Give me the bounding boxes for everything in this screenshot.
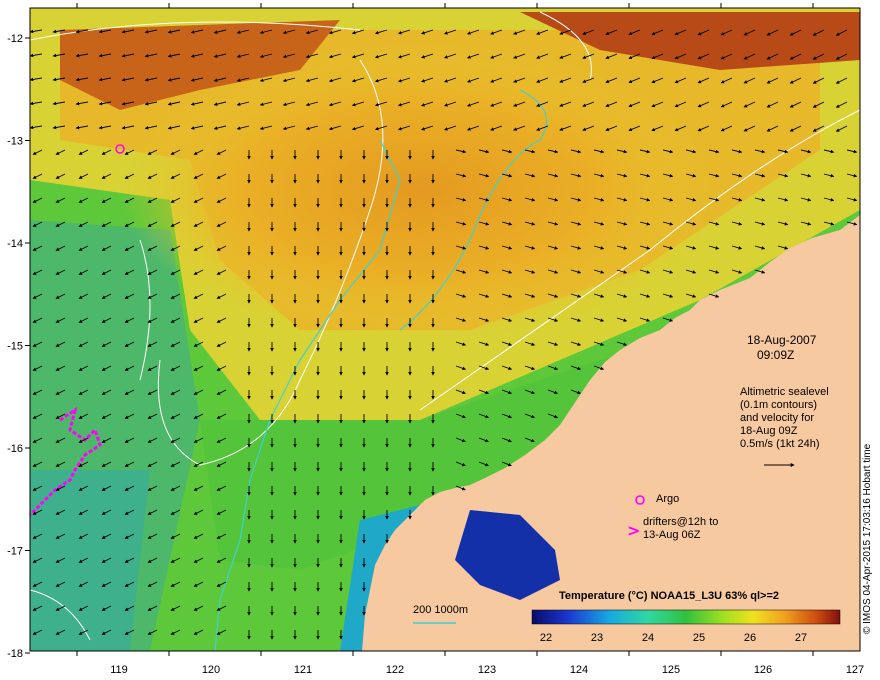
drifter-legend-icon: >: [627, 521, 640, 540]
lon-tick-label: 121: [294, 664, 312, 676]
lon-tick-label: 127: [846, 664, 864, 676]
drifters-legend-label: drifters@12h to 13-Aug 06Z: [643, 516, 718, 542]
lat-tick-label: -16: [7, 443, 23, 455]
lat-tick-label: -12: [7, 33, 23, 45]
colorbar-tick-label: 27: [794, 632, 808, 644]
drifters-legend-line: drifters@12h to: [643, 516, 719, 528]
drifters-legend-line: 13-Aug 06Z: [643, 529, 701, 541]
sst-cool-southwest: [30, 470, 150, 651]
map-plot-area: [28, 8, 861, 652]
lon-tick-label: 122: [386, 664, 404, 676]
colorbar: [531, 609, 841, 625]
time-label: 09:09Z: [757, 348, 795, 362]
argo-legend-label: Argo: [656, 493, 680, 505]
colorbar-tick-label: 26: [743, 632, 757, 644]
lon-tick-label: 124: [570, 664, 588, 676]
colorbar-tick-label: 23: [590, 632, 604, 644]
date-label: 18-Aug-2007: [747, 333, 817, 347]
lon-tick-label: 120: [202, 664, 220, 676]
lon-tick-label: 123: [478, 664, 496, 676]
colorbar-tick-label: 25: [692, 632, 706, 644]
lat-tick-label: -14: [7, 238, 23, 250]
altimetry-line: Altimetric sealevel: [740, 386, 829, 398]
altimetry-line: 18-Aug 09Z: [740, 425, 798, 437]
latitude-axis: -12 -13 -14 -15 -16 -17 -18: [7, 33, 30, 660]
colorbar-title: Temperature (°C) NOAA15_L3U 63% ql>=2: [559, 590, 779, 602]
lon-tick-label: 125: [662, 664, 680, 676]
colorbar-tick-label: 24: [641, 632, 655, 644]
isobath-legend-label: 200 1000m: [413, 604, 469, 616]
credit-text: © IMOS 04-Apr-2015 17:03:16 Hobart time: [862, 443, 873, 634]
lat-tick-label: -15: [7, 341, 23, 353]
lat-tick-label: -18: [7, 648, 23, 660]
altimetry-line: and velocity for: [740, 412, 814, 424]
lon-tick-label: 126: [754, 664, 772, 676]
lat-tick-label: -17: [7, 546, 23, 558]
colorbar-tick-label: 22: [539, 632, 553, 644]
altimetry-line: 0.5m/s (1kt 24h): [740, 438, 820, 450]
altimetry-note: Altimetric sealevel (0.1m contours) and …: [740, 386, 829, 451]
lat-tick-label: -13: [7, 136, 23, 148]
altimetry-line: (0.1m contours): [740, 399, 818, 411]
lon-tick-label: 119: [110, 664, 128, 676]
